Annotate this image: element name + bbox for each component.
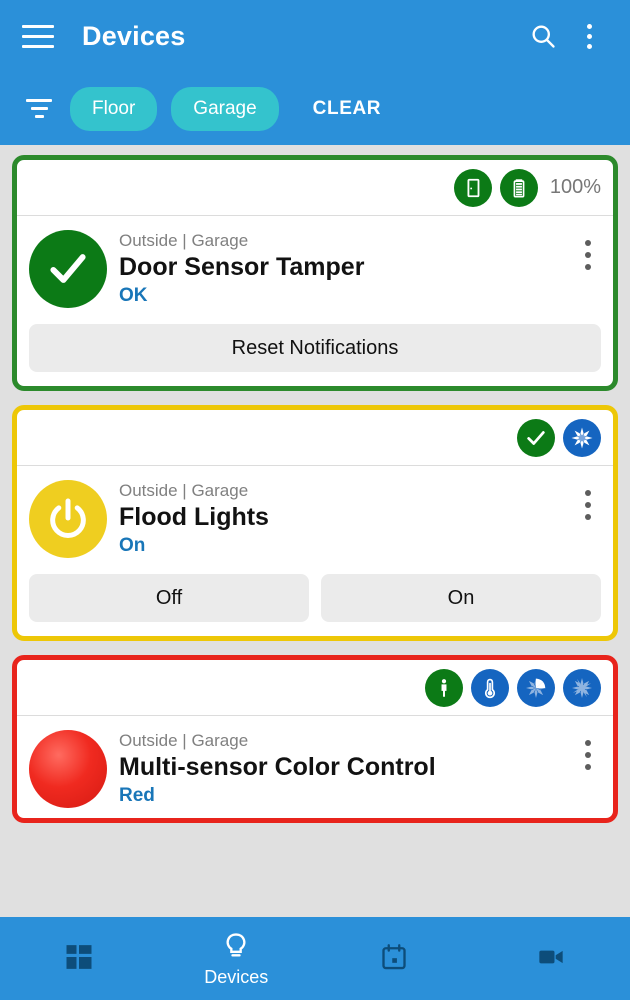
filter-line: [30, 107, 48, 110]
filter-bar: Floor Garage CLEAR: [0, 72, 630, 145]
hamburger-line: [22, 34, 54, 38]
card-status-bar: 100%: [17, 160, 613, 216]
motion-person-icon: [425, 668, 463, 707]
filter-chip-garage[interactable]: Garage: [171, 86, 279, 131]
card-actions: Reset Notifications: [17, 318, 613, 386]
kebab-dot: [586, 33, 592, 39]
device-state: OK: [119, 285, 148, 307]
card-body: Outside | Garage Multi-sensor Color Cont…: [17, 716, 613, 818]
card-actions: Off On: [17, 568, 613, 636]
kebab-dot: [585, 764, 591, 770]
video-camera-icon: [535, 940, 567, 974]
filter-line: [34, 115, 44, 118]
nav-item-camera[interactable]: [473, 917, 630, 1000]
humidity-burst-icon: [517, 668, 555, 707]
nav-item-devices[interactable]: Devices: [158, 917, 316, 1000]
kebab-dot: [585, 514, 591, 520]
device-card-multi-sensor-color-control[interactable]: Outside | Garage Multi-sensor Color Cont…: [12, 655, 618, 823]
calendar-icon: [380, 940, 408, 974]
kebab-dot: [585, 240, 591, 246]
battery-percent-label: 100%: [549, 176, 601, 198]
card-overflow-menu[interactable]: [575, 236, 601, 274]
app-bar-top-row: Devices: [0, 0, 630, 72]
device-card-flood-lights[interactable]: Outside | Garage Flood Lights On Off On: [12, 405, 618, 641]
illuminance-burst-icon: [563, 668, 601, 707]
dashboard-grid-icon: [64, 940, 94, 974]
battery-icon: [499, 168, 538, 207]
device-name: Door Sensor Tamper: [119, 252, 365, 281]
power-icon[interactable]: [29, 480, 107, 558]
device-location: Outside | Garage: [119, 730, 249, 750]
card-body: Outside | Garage Door Sensor Tamper OK: [17, 216, 613, 318]
check-circle-icon[interactable]: [29, 230, 107, 308]
reset-notifications-button[interactable]: Reset Notifications: [29, 324, 601, 372]
hamburger-icon[interactable]: [18, 16, 58, 56]
card-status-bar: [17, 410, 613, 466]
kebab-dot: [585, 752, 591, 758]
kebab-dot: [586, 23, 592, 29]
turn-off-button[interactable]: Off: [29, 574, 309, 622]
kebab-dot: [585, 740, 591, 746]
card-overflow-menu[interactable]: [575, 736, 601, 774]
device-name: Multi-sensor Color Control: [119, 752, 436, 781]
app-bar: Devices Floor Garage CLEAR: [0, 0, 630, 145]
filter-line: [26, 99, 52, 102]
clear-filters-button[interactable]: CLEAR: [313, 98, 381, 120]
nav-item-dashboard[interactable]: [0, 917, 158, 1000]
card-text: Outside | Garage Multi-sensor Color Cont…: [119, 731, 575, 808]
kebab-dots: [586, 23, 592, 49]
page-title: Devices: [82, 20, 186, 51]
check-icon: [517, 418, 555, 457]
filter-chip-floor[interactable]: Floor: [70, 86, 158, 131]
filter-icon[interactable]: [22, 92, 56, 126]
turn-on-button[interactable]: On: [321, 574, 601, 622]
hamburger-line: [22, 44, 54, 48]
color-bulb-icon[interactable]: [29, 730, 107, 808]
device-state: Red: [119, 785, 155, 807]
device-list: 100% Outside | Garage Door Sensor Tamper…: [0, 145, 630, 823]
kebab-dot: [585, 490, 591, 496]
nav-item-calendar[interactable]: [315, 917, 473, 1000]
bottom-navigation: Devices: [0, 917, 630, 1000]
device-location: Outside | Garage: [119, 480, 249, 500]
card-text: Outside | Garage Flood Lights On: [119, 481, 575, 558]
kebab-dot: [585, 252, 591, 258]
more-vert-icon[interactable]: [566, 13, 612, 59]
app-screen: Devices Floor Garage CLEAR 100% Outside …: [0, 0, 630, 1000]
door-icon: [453, 168, 492, 207]
nav-label: Devices: [204, 967, 269, 987]
thermometer-icon: [471, 668, 509, 707]
search-icon[interactable]: [520, 13, 566, 59]
kebab-dot: [585, 502, 591, 508]
card-overflow-menu[interactable]: [575, 486, 601, 524]
device-state: On: [119, 535, 146, 557]
hamburger-line: [22, 24, 54, 28]
kebab-dot: [586, 43, 592, 49]
device-card-door-sensor-tamper[interactable]: 100% Outside | Garage Door Sensor Tamper…: [12, 155, 618, 391]
device-name: Flood Lights: [119, 502, 269, 531]
device-location: Outside | Garage: [119, 230, 249, 250]
starburst-icon: [563, 418, 601, 457]
card-text: Outside | Garage Door Sensor Tamper OK: [119, 231, 575, 308]
card-status-bar: [17, 660, 613, 716]
lightbulb-icon: [222, 929, 250, 963]
kebab-dot: [585, 264, 591, 270]
card-body: Outside | Garage Flood Lights On: [17, 466, 613, 568]
